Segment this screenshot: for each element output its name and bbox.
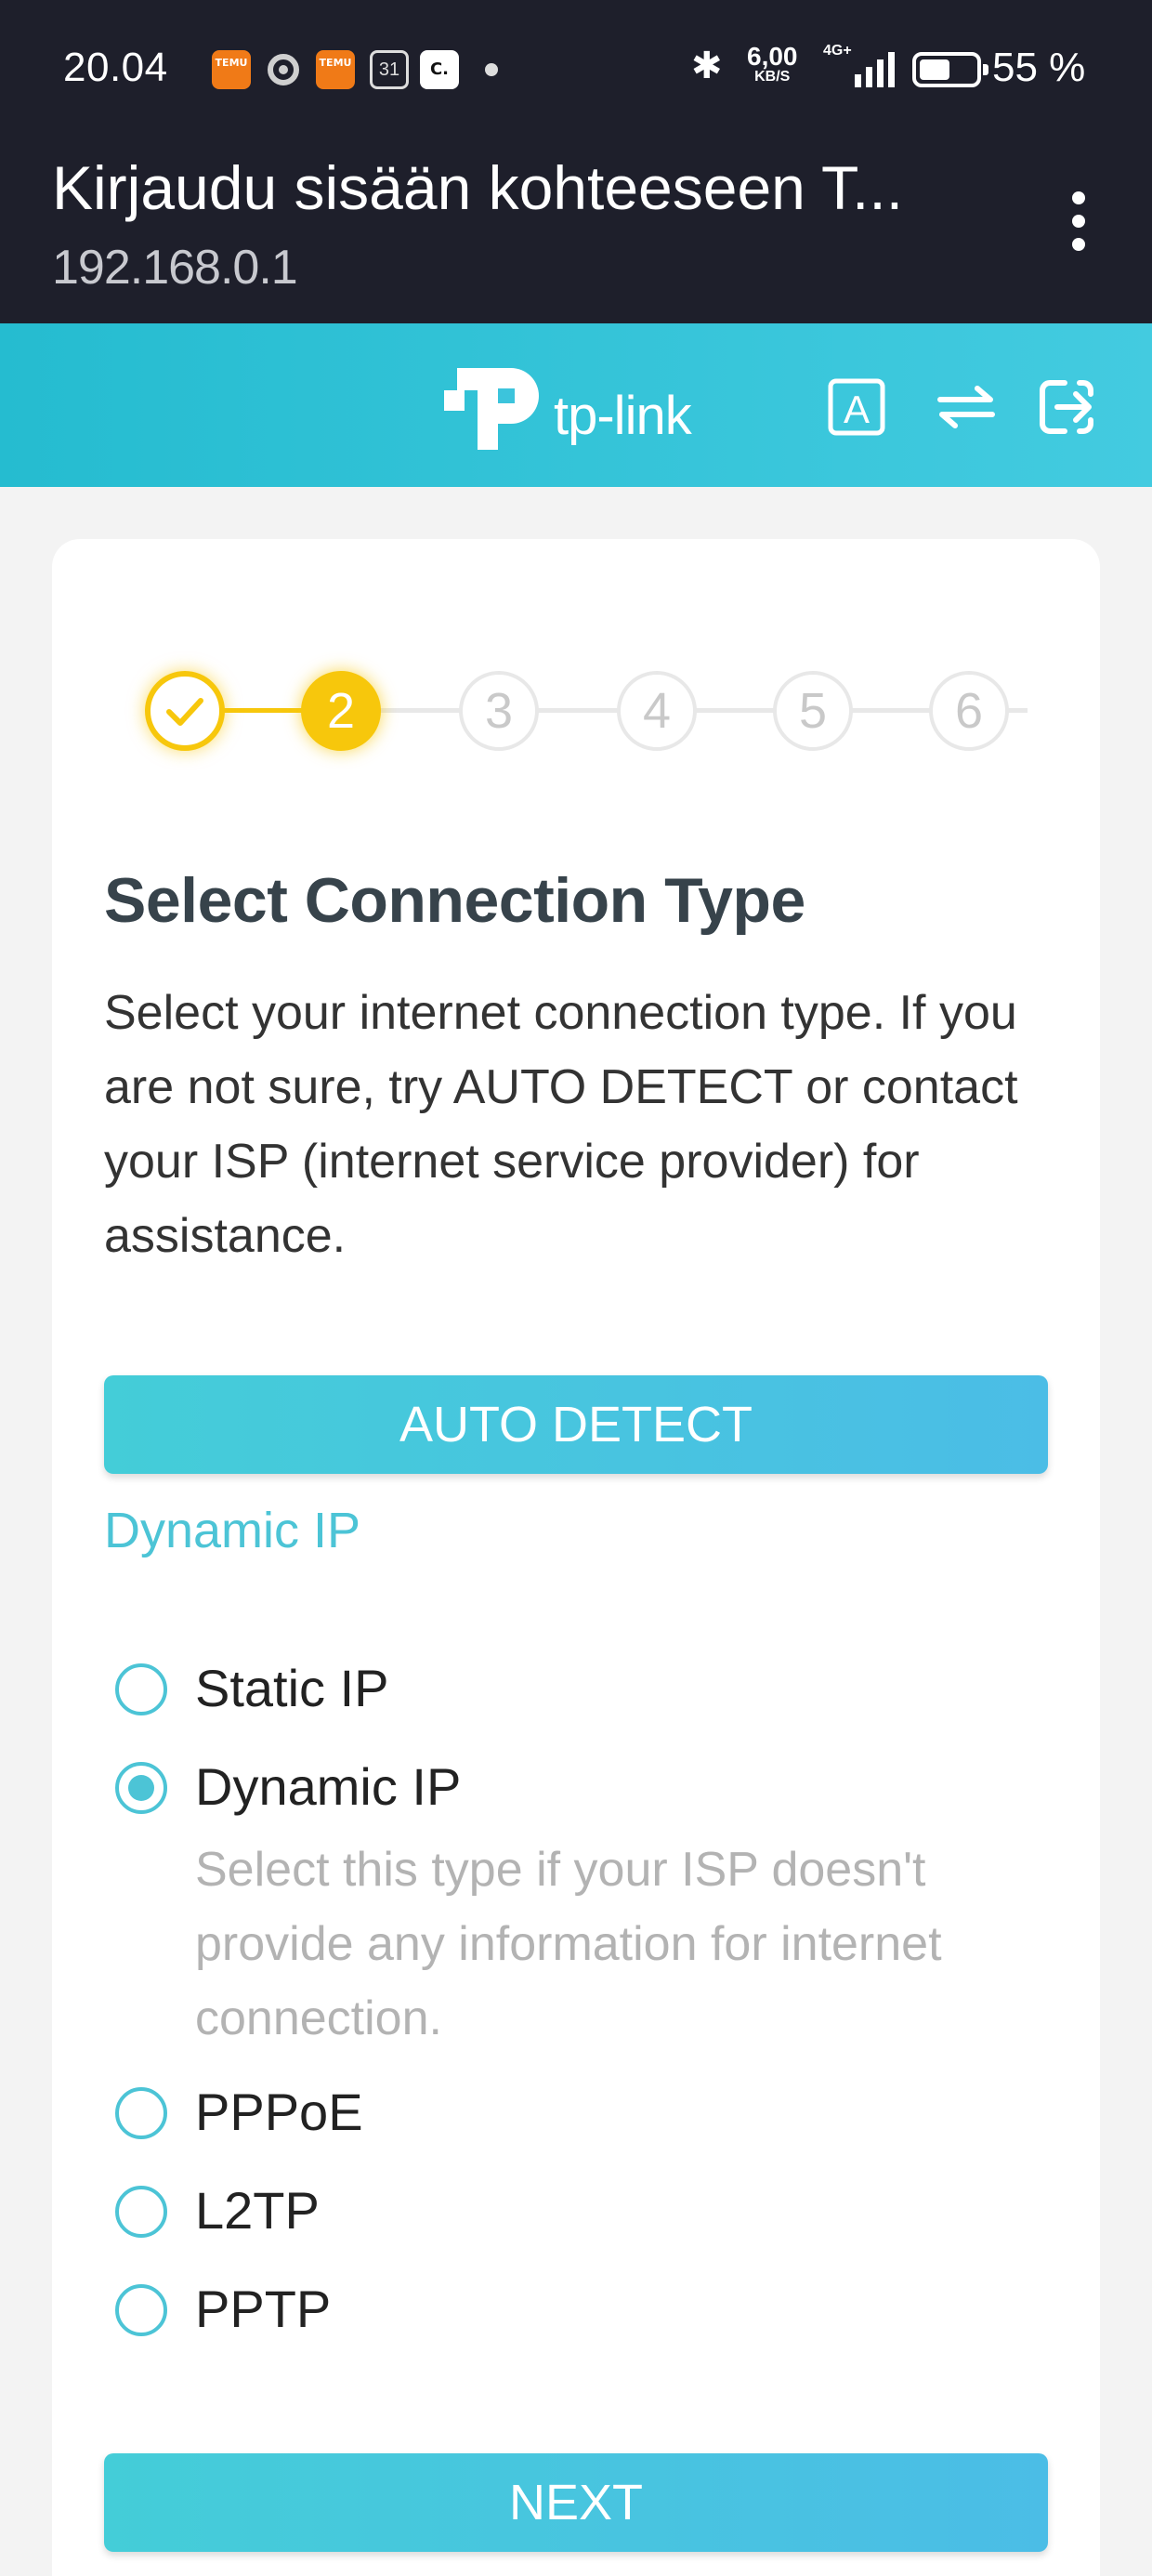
tplink-logo-icon	[444, 368, 539, 450]
option-label: L2TP	[195, 2181, 320, 2240]
option-label: PPPoE	[195, 2083, 363, 2141]
dynamic-ip-hint: Select this type if your ISP doesn't pro…	[195, 1843, 942, 2045]
calendar-icon: 31	[370, 50, 409, 89]
radio-l2tp[interactable]	[115, 2186, 167, 2238]
battery-icon	[912, 52, 988, 87]
net-speed: 6,00 KB/S	[747, 42, 798, 85]
page-title: Kirjaudu sisään kohteeseen T...	[52, 153, 904, 222]
browser-top-bar: 20.04 TEMU TEMU 31 C. ✱ 6,00 KB/S 4G+ 55…	[0, 0, 1152, 323]
battery-fill	[920, 59, 949, 80]
check-icon	[166, 698, 203, 726]
net-speed-unit: KB/S	[754, 69, 791, 85]
app-icon-label: C.	[429, 59, 450, 79]
option-label: Static IP	[195, 1659, 389, 1717]
step-6: 6	[929, 671, 1009, 751]
more-notifications-dot-icon	[485, 63, 498, 76]
temu-label: TEMU	[215, 57, 248, 69]
tplink-logo-text: tp-link	[554, 386, 692, 446]
option-label: PPTP	[195, 2280, 332, 2338]
page-url: 192.168.0.1	[52, 241, 298, 295]
net-speed-value: 6,00	[747, 42, 798, 71]
status-bar: 20.04 TEMU TEMU 31 C. ✱ 6,00 KB/S 4G+ 55…	[0, 0, 1152, 139]
temu-icon-2: TEMU	[316, 50, 355, 89]
tplink-logo: tp-link	[444, 357, 713, 459]
tplink-header: tp-link A	[0, 323, 1152, 487]
calendar-day: 31	[378, 59, 400, 80]
step-1	[145, 671, 225, 751]
detected-connection-type: Dynamic IP	[104, 1503, 361, 1558]
radio-dynamic-ip[interactable]	[115, 1762, 167, 1814]
step-3: 3	[459, 671, 539, 751]
swap-icon[interactable]	[936, 377, 996, 437]
language-icon-glyph: A	[844, 388, 870, 431]
section-description: Select your internet connection type. If…	[104, 986, 1018, 1263]
radio-static-ip[interactable]	[115, 1663, 167, 1715]
section-heading: Select Connection Type	[104, 865, 805, 936]
setup-card: 2 3 4 5 6 Select Connection Type Select …	[52, 539, 1100, 2576]
network-type: 4G+	[823, 43, 852, 59]
language-icon[interactable]: A	[827, 377, 886, 437]
signal-icon: 4G+	[823, 43, 897, 91]
option-label: Dynamic IP	[195, 1757, 462, 1816]
temu-icon: TEMU	[212, 50, 251, 89]
step-4: 4	[617, 671, 697, 751]
next-button[interactable]: NEXT	[104, 2453, 1048, 2552]
radio-pptp[interactable]	[115, 2284, 167, 2336]
battery-percent: 55 %	[992, 45, 1086, 90]
wizard-stepper: 2 3 4 5 6	[145, 660, 1065, 762]
app-icon: C.	[420, 50, 459, 89]
logout-icon[interactable]	[1037, 377, 1096, 437]
temu-label-2: TEMU	[319, 57, 352, 69]
bluetooth-icon: ✱	[691, 46, 723, 86]
chrome-icon	[268, 54, 299, 85]
auto-detect-button[interactable]: AUTO DETECT	[104, 1375, 1048, 1474]
step-2: 2	[301, 671, 381, 751]
more-vert-icon[interactable]	[1065, 191, 1093, 251]
status-time: 20.04	[63, 45, 168, 90]
radio-pppoe[interactable]	[115, 2087, 167, 2139]
step-5: 5	[773, 671, 853, 751]
